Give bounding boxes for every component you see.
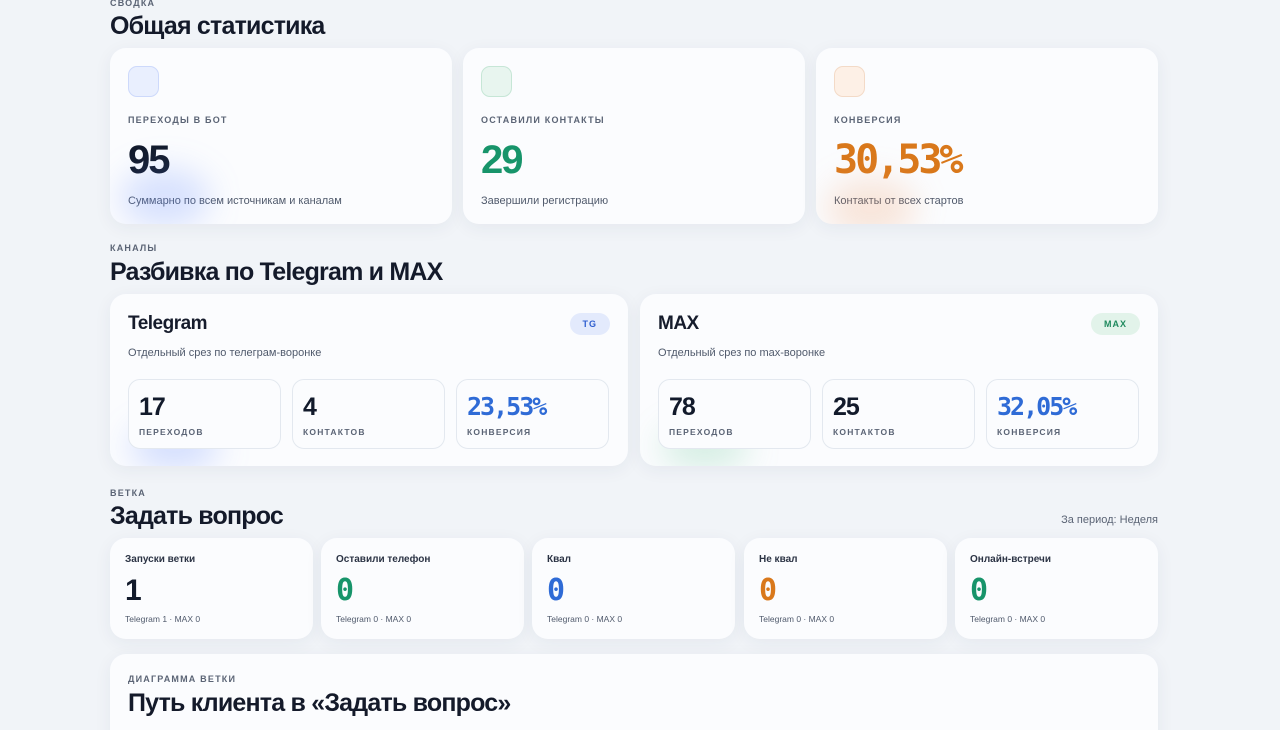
- diagram-eyebrow: ДИАГРАММА ВЕТКИ: [128, 674, 237, 684]
- channel-card-telegram: Telegram TG Отдельный срез по телеграм-в…: [110, 294, 628, 466]
- summary-title: Общая статистика: [110, 12, 325, 40]
- channel-desc: Отдельный срез по телеграм-воронке: [128, 347, 322, 359]
- branch-card-meetings: Онлайн-встречи 0 Telegram 0 · MAX 0: [955, 538, 1158, 639]
- diagram-card: ДИАГРАММА ВЕТКИ Путь клиента в «Задать в…: [110, 654, 1158, 730]
- metric-conversion: 23,53% КОНВЕРСИЯ: [456, 379, 609, 449]
- metric-value: 32,05%: [997, 392, 1077, 421]
- period-selector[interactable]: За период: Неделя: [1061, 514, 1158, 526]
- stat-card-transitions: ПЕРЕХОДЫ В БОТ 95 Суммарно по всем источ…: [110, 48, 452, 224]
- metric-transitions: 17 ПЕРЕХОДОВ: [128, 379, 281, 449]
- metric-label: КОНТАКТОВ: [833, 427, 896, 437]
- branch-title: Задать вопрос: [110, 502, 284, 530]
- branch-card-sub: Telegram 0 · MAX 0: [336, 614, 412, 624]
- stat-desc: Завершили регистрацию: [481, 195, 609, 207]
- stat-value: 29: [481, 138, 524, 182]
- stat-value: 95: [128, 138, 171, 182]
- metric-conversion: 32,05% КОНВЕРСИЯ: [986, 379, 1139, 449]
- branch-card-title: Запуски ветки: [125, 554, 196, 565]
- branch-card-sub: Telegram 0 · MAX 0: [970, 614, 1046, 624]
- branch-card-sub: Telegram 0 · MAX 0: [547, 614, 623, 624]
- metric-transitions: 78 ПЕРЕХОДОВ: [658, 379, 811, 449]
- metric-label: КОНВЕРСИЯ: [997, 427, 1062, 437]
- branch-eyebrow: ВЕТКА: [110, 488, 146, 498]
- branch-card-value: 0: [970, 573, 989, 608]
- channel-card-max: MAX MAX Отдельный срез по max-воронке 78…: [640, 294, 1158, 466]
- branch-card-value: 1: [125, 574, 142, 607]
- diagram-title: Путь клиента в «Задать вопрос»: [128, 689, 511, 717]
- metric-value: 17: [139, 393, 166, 421]
- metric-value: 78: [669, 393, 696, 421]
- stat-value: 30,53%: [834, 137, 964, 183]
- metric-contacts: 4 КОНТАКТОВ: [292, 379, 445, 449]
- branch-card-not-qual: Не квал 0 Telegram 0 · MAX 0: [744, 538, 947, 639]
- branch-card-qual: Квал 0 Telegram 0 · MAX 0: [532, 538, 735, 639]
- stat-label: КОНВЕРСИЯ: [834, 115, 902, 125]
- conversion-icon: [834, 66, 865, 97]
- channels-eyebrow: КАНАЛЫ: [110, 243, 158, 253]
- branch-card-title: Оставили телефон: [336, 554, 431, 565]
- branch-card-sub: Telegram 1 · MAX 0: [125, 614, 201, 624]
- metric-label: ПЕРЕХОДОВ: [669, 427, 734, 437]
- stat-label: ПЕРЕХОДЫ В БОТ: [128, 115, 228, 125]
- branch-card-sub: Telegram 0 · MAX 0: [759, 614, 835, 624]
- channel-desc: Отдельный срез по max-воронке: [658, 347, 826, 359]
- channel-badge-tg: TG: [569, 313, 610, 335]
- stat-card-conversion: КОНВЕРСИЯ 30,53% Контакты от всех старто…: [816, 48, 1158, 224]
- branch-card-title: Онлайн-встречи: [970, 554, 1051, 565]
- channel-name: Telegram: [128, 313, 208, 334]
- metric-label: КОНТАКТОВ: [303, 427, 366, 437]
- branch-card-value: 0: [547, 573, 566, 608]
- summary-eyebrow: СВОДКА: [110, 0, 156, 8]
- metric-label: КОНВЕРСИЯ: [467, 427, 532, 437]
- branch-card-value: 0: [759, 573, 778, 608]
- metric-contacts: 25 КОНТАКТОВ: [822, 379, 975, 449]
- channels-title: Разбивка по Telegram и MAX: [110, 258, 443, 286]
- channel-name: MAX: [658, 313, 699, 334]
- branch-card-title: Не квал: [759, 554, 798, 565]
- stat-card-contacts: ОСТАВИЛИ КОНТАКТЫ 29 Завершили регистрац…: [463, 48, 805, 224]
- branch-card-value: 0: [336, 573, 355, 608]
- contacts-icon: [481, 66, 512, 97]
- stat-desc: Контакты от всех стартов: [834, 195, 964, 207]
- metric-value: 25: [833, 393, 860, 421]
- branch-card-title: Квал: [547, 554, 572, 565]
- channel-badge-max: MAX: [1091, 313, 1140, 335]
- metric-value: 23,53%: [467, 392, 547, 421]
- stat-label: ОСТАВИЛИ КОНТАКТЫ: [481, 115, 605, 125]
- metric-value: 4: [303, 393, 317, 421]
- stat-desc: Суммарно по всем источникам и каналам: [128, 195, 342, 207]
- metric-label: ПЕРЕХОДОВ: [139, 427, 204, 437]
- branch-card-launches: Запуски ветки 1 Telegram 1 · MAX 0: [110, 538, 313, 639]
- transitions-icon: [128, 66, 159, 97]
- branch-card-phone: Оставили телефон 0 Telegram 0 · MAX 0: [321, 538, 524, 639]
